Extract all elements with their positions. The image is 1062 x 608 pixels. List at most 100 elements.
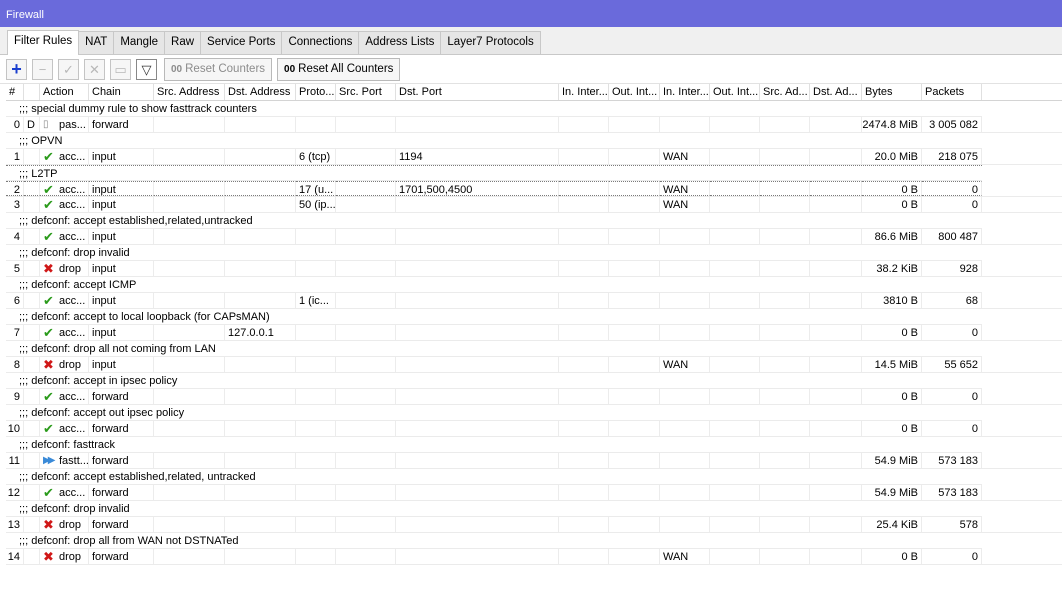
column-header-num[interactable]: # <box>6 84 24 100</box>
table-row[interactable]: 3 ✔ acc... input 50 (ip... WAN 0 B0 <box>6 197 1062 213</box>
rule-comment[interactable]: ;;; defconf: drop all not coming from LA… <box>6 341 982 357</box>
cell-bytes: 14.5 MiB <box>862 357 922 372</box>
rule-comment[interactable]: ;;; defconf: accept to local loopback (f… <box>6 309 982 325</box>
rule-comment[interactable]: ;;; defconf: accept in ipsec policy <box>6 373 982 389</box>
rule-comment[interactable]: ;;; defconf: fasttrack <box>6 437 982 453</box>
accept-icon: ✔ <box>43 421 54 436</box>
cell-dst-address-list <box>810 357 862 372</box>
add-button[interactable]: + <box>6 58 27 80</box>
tab-service-ports[interactable]: Service Ports <box>200 31 283 54</box>
tab-layer7-protocols[interactable]: Layer7 Protocols <box>440 31 541 54</box>
rule-comment[interactable]: ;;; special dummy rule to show fasttrack… <box>6 101 982 117</box>
tab-raw[interactable]: Raw <box>164 31 202 54</box>
column-header-in-interface-list[interactable]: In. Inter... <box>660 84 710 100</box>
cell-packets: 573 183 <box>922 485 982 500</box>
column-header-dst-port[interactable]: Dst. Port <box>396 84 559 100</box>
cell-chain: input <box>89 229 154 244</box>
minus-icon: − <box>38 61 47 77</box>
cell-in-interface <box>559 517 609 532</box>
cell-num: 9 <box>6 389 24 404</box>
column-header-dst-address[interactable]: Dst. Address <box>225 84 296 100</box>
table-row[interactable]: 8 ✖ drop input WAN 14.5 MiB 55 652 <box>6 357 1062 373</box>
cell-in-interface-list <box>660 421 710 436</box>
filter-button[interactable]: ▽ <box>136 58 157 80</box>
column-header-src-address-list[interactable]: Src. Ad... <box>760 84 810 100</box>
table-row[interactable]: 1 ✔ acc... input 6 (tcp) 1194 WAN 20.0 MiB 218 0… <box>6 149 1062 165</box>
rule-comment[interactable]: ;;; defconf: drop all from WAN not DSTNA… <box>6 533 982 549</box>
comment-button[interactable]: ▭ <box>110 58 131 80</box>
column-header-flags[interactable] <box>24 84 40 100</box>
table-row[interactable]: 12 ✔ acc... forward 54.9 MiB 573 183 <box>6 485 1062 501</box>
tab-mangle[interactable]: Mangle <box>113 31 166 54</box>
column-header-src-address[interactable]: Src. Address <box>154 84 225 100</box>
cell-out-interface <box>609 325 660 340</box>
rule-comment[interactable]: ;;; defconf: drop invalid <box>6 245 982 261</box>
column-header-packets[interactable]: Packets <box>922 84 982 100</box>
cell-src-address-list <box>760 517 810 532</box>
column-header-out-interface-list[interactable]: Out. Int... <box>710 84 760 100</box>
rule-comment[interactable]: ;;; defconf: accept established,related,… <box>6 213 982 229</box>
table-row[interactable]: 11 ▶▶ fastt... forward 54.9 MiB 573 183 <box>6 453 1062 469</box>
cell-bytes: 0 B <box>862 325 922 340</box>
cell-dst-port <box>396 325 559 340</box>
table-row[interactable]: 14 ✖ drop forward WAN 0 B0 <box>6 549 1062 565</box>
cell-packets: 3 005 082 <box>922 117 982 132</box>
cell-bytes: 2474.8 MiB <box>862 117 922 132</box>
cell-out-interface <box>609 181 660 196</box>
column-header-protocol[interactable]: Proto... <box>296 84 336 100</box>
table-row[interactable]: 13 ✖ drop forward 25.4 KiB 578 <box>6 517 1062 533</box>
reset-all-counters-button[interactable]: 00 Reset All Counters <box>277 57 401 81</box>
rule-comment[interactable]: ;;; defconf: drop invalid <box>6 501 982 517</box>
cell-out-interface-list <box>710 117 760 132</box>
table-row[interactable]: 10 ✔ acc... forward 0 B0 <box>6 421 1062 437</box>
remove-button[interactable]: − <box>32 58 53 80</box>
table-row[interactable]: 6 ✔ acc... input 1 (ic... 3810 B 68 <box>6 293 1062 309</box>
cell-packets: 0 <box>922 181 982 196</box>
cell-action: ✔ acc... <box>40 421 89 436</box>
rule-comment[interactable]: ;;; defconf: accept out ipsec policy <box>6 405 982 421</box>
check-icon: ✓ <box>63 61 74 77</box>
drop-icon: ✖ <box>43 261 54 276</box>
tab-address-lists[interactable]: Address Lists <box>358 31 442 54</box>
cell-out-interface <box>609 293 660 308</box>
column-header-bytes[interactable]: Bytes <box>862 84 922 100</box>
column-header-action[interactable]: Action <box>40 84 89 100</box>
cell-src-address <box>154 149 225 164</box>
cell-src-port <box>336 517 396 532</box>
window-title: Firewall <box>0 0 1062 27</box>
cell-action: ✖ drop <box>40 357 89 372</box>
tab-filter-rules[interactable]: Filter Rules <box>7 30 80 55</box>
tab-nat[interactable]: NAT <box>78 31 115 54</box>
cell-num: 7 <box>6 325 24 340</box>
action-label: drop <box>59 519 82 531</box>
cell-flags: D <box>24 117 40 132</box>
cell-packets: 0 <box>922 325 982 340</box>
table-row[interactable]: 5 ✖ drop input 38.2 KiB 928 <box>6 261 1062 277</box>
enable-button[interactable]: ✓ <box>58 58 79 80</box>
column-header-dst-address-list[interactable]: Dst. Ad... <box>810 84 862 100</box>
cell-num: 1 <box>6 149 24 164</box>
column-header-chain[interactable]: Chain <box>89 84 154 100</box>
reset-counters-button[interactable]: 00 Reset Counters <box>164 57 273 81</box>
rule-comment[interactable]: ;;; defconf: accept ICMP <box>6 277 982 293</box>
table-row[interactable]: 2 ✔ acc... input 17 (u... 1701,500,4500 WAN 0 B… <box>6 181 1062 197</box>
cell-src-address <box>154 261 225 276</box>
column-header-out-interface[interactable]: Out. Int... <box>609 84 660 100</box>
table-row[interactable]: 0 D ▯ pas... forward 2474.8 MiB 3 005 082 <box>6 117 1062 133</box>
table-row[interactable]: 9 ✔ acc... forward 0 B0 <box>6 389 1062 405</box>
column-header-in-interface[interactable]: In. Inter... <box>559 84 609 100</box>
table-body: ;;; special dummy rule to show fasttrack… <box>6 101 1062 565</box>
cell-action: ✔ acc... <box>40 325 89 340</box>
table-row[interactable]: 7 ✔ acc... input 127.0.0.1 0 B0 <box>6 325 1062 341</box>
action-label: fastt... <box>59 455 89 467</box>
rule-comment[interactable]: ;;; OPVN <box>6 133 982 149</box>
rule-comment[interactable]: ;;; L2TP <box>6 165 982 181</box>
rule-comment[interactable]: ;;; defconf: accept established,related,… <box>6 469 982 485</box>
cell-src-address <box>154 293 225 308</box>
tab-connections[interactable]: Connections <box>281 31 360 54</box>
table-row[interactable]: 4 ✔ acc... input 86.6 MiB 800 487 <box>6 229 1062 245</box>
cell-in-interface-list <box>660 325 710 340</box>
disable-button[interactable]: ✕ <box>84 58 105 80</box>
cell-dst-address-list <box>810 149 862 164</box>
column-header-src-port[interactable]: Src. Port <box>336 84 396 100</box>
